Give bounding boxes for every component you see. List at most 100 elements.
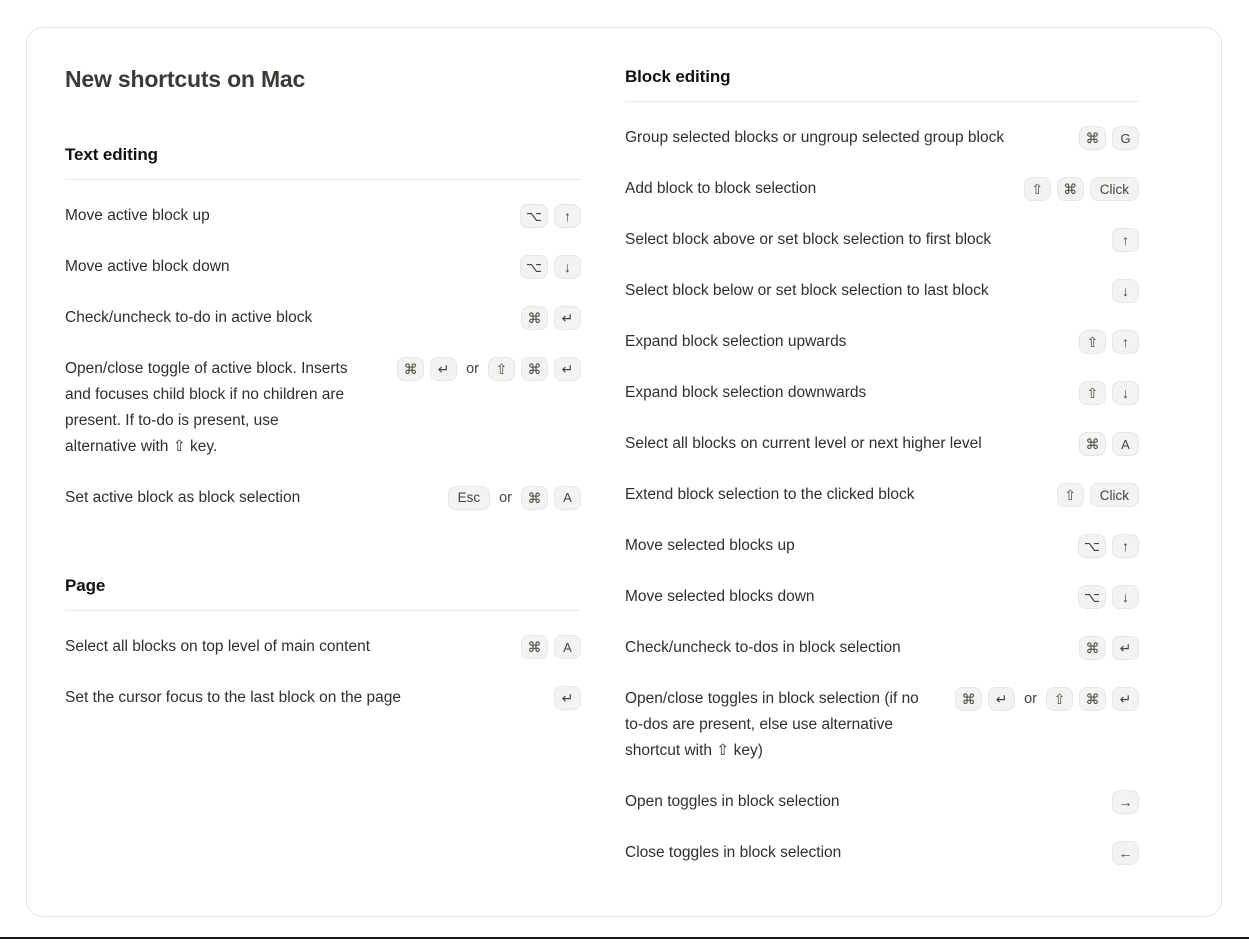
- shortcut-label: Move active block up: [65, 206, 210, 224]
- command-key: ⌘: [1079, 126, 1106, 151]
- shortcut-row: Select all blocks on top level of main c…: [65, 621, 581, 672]
- section-title: Page: [65, 575, 106, 595]
- section-text-editing: Text editing Move active block up ⌥ ↑ Move a…: [65, 144, 583, 523]
- shortcut-label: Check/uncheck to-do in active block: [65, 308, 313, 326]
- page-title: New shortcuts on Mac: [65, 66, 306, 92]
- return-key: ↵: [1112, 636, 1139, 661]
- section-divider: [65, 610, 581, 612]
- return-key: ↵: [554, 356, 581, 381]
- shortcut-label: Open toggles in block selection: [625, 793, 840, 811]
- key-separator-or: or: [499, 489, 512, 506]
- option-key: ⌥: [519, 203, 548, 228]
- shortcut-row: Open/close toggles in block selection (i…: [625, 673, 1139, 776]
- shortcut-keys: ⌘ ↵ or ⇧ ⌘ ↵: [955, 686, 1139, 712]
- shortcut-keys: ⌥ ↑: [519, 203, 581, 228]
- shift-key: ⇧: [1079, 381, 1106, 406]
- a-key: A: [554, 635, 581, 660]
- arrow-left-key: ←: [1112, 841, 1139, 866]
- shortcut-label: Add block to block selection: [625, 180, 817, 198]
- shortcut-row: Add block to block selection ⇧ ⌘ Click: [625, 163, 1139, 214]
- shortcut-label: Select block above or set block selectio…: [625, 231, 992, 249]
- arrow-down-key: ↓: [1112, 279, 1139, 304]
- shortcut-row: Move selected blocks down ⌥ ↓: [625, 571, 1139, 622]
- shortcut-row: Open/close toggle of active block. Inser…: [65, 343, 581, 472]
- shortcut-row: Set the cursor focus to the last block o…: [65, 672, 581, 723]
- shortcut-keys: ⌘ ↵ or ⇧ ⌘ ↵: [397, 356, 581, 381]
- command-key: ⌘: [1056, 177, 1084, 202]
- shortcut-keys: ⌘ G: [1079, 125, 1139, 151]
- shortcut-keys: ↵: [554, 685, 581, 711]
- shortcut-keys: ⌥ ↓: [1077, 584, 1139, 610]
- shortcut-label: Select all blocks on top level of main c…: [65, 638, 371, 656]
- command-key: ⌘: [521, 485, 548, 510]
- shortcut-keys: ⌘ A: [521, 634, 581, 660]
- shortcut-label: Select block below or set block selectio…: [625, 282, 989, 300]
- shortcut-label: Group selected blocks or ungroup selecte…: [625, 129, 1005, 147]
- command-key: ⌘: [397, 356, 425, 381]
- shortcut-row: Extend block selection to the clicked bl…: [625, 469, 1139, 520]
- section-title: Text editing: [65, 144, 158, 164]
- shortcut-row: Set active block as block selection Esc or…: [65, 472, 581, 523]
- command-key: ⌘: [955, 687, 983, 712]
- shortcut-label: Move selected blocks up: [625, 537, 795, 555]
- click-key: Click: [1089, 483, 1139, 508]
- shortcut-row: Select block below or set block selectio…: [625, 265, 1139, 316]
- shortcut-label: Close toggles in block selection: [625, 844, 842, 862]
- a-key: A: [554, 485, 581, 510]
- a-key: A: [1112, 432, 1139, 457]
- shift-key: ⇧: [1023, 177, 1051, 202]
- shortcut-keys: ⇧ ⌘ Click: [1023, 176, 1139, 202]
- shortcut-keys: ⇧ Click: [1056, 482, 1139, 508]
- command-key: ⌘: [1079, 636, 1106, 661]
- section-block-editing: Block editing Group selected blocks or un…: [625, 66, 1139, 878]
- shortcut-row: Move active block down ⌥ ↓: [65, 241, 581, 292]
- section-divider: [625, 101, 1139, 103]
- section-divider: [65, 178, 581, 180]
- shortcut-keys: ⇧ ↓: [1079, 380, 1139, 406]
- command-key: ⌘: [521, 305, 548, 330]
- shortcut-keys: ↓: [1112, 278, 1139, 304]
- shortcut-label: Extend block selection to the clicked bl…: [625, 486, 915, 504]
- shortcut-keys: Esc or ⌘ A: [447, 485, 581, 510]
- shortcut-keys: ←: [1112, 840, 1139, 866]
- shift-key: ⇧: [488, 356, 515, 381]
- arrow-down-key: ↓: [554, 254, 581, 279]
- option-key: ⌥: [1077, 585, 1106, 610]
- return-key: ↵: [430, 356, 458, 381]
- shortcut-keys: ↑: [1112, 227, 1139, 253]
- shortcuts-card: New shortcuts on Mac Text editing Move ac…: [26, 27, 1222, 917]
- section-page: Page Select all blocks on top level of ma…: [65, 575, 583, 723]
- return-key: ↵: [554, 305, 581, 330]
- shortcut-row: Expand block selection upwards ⇧ ↑: [625, 316, 1139, 367]
- shortcut-row: Check/uncheck to-do in active block ⌘ ↵: [65, 292, 581, 343]
- left-sections: Text editing Move active block up ⌥ ↑ Move a…: [65, 144, 583, 724]
- shortcut-row: Move selected blocks up ⌥ ↑: [625, 520, 1139, 571]
- command-key: ⌘: [1079, 432, 1106, 457]
- key-separator-or: or: [466, 360, 479, 377]
- shortcut-keys: ⌥ ↑: [1077, 533, 1139, 559]
- shortcut-label: Open/close toggles in block selection (i…: [625, 690, 919, 760]
- shortcut-label: Expand block selection downwards: [625, 384, 867, 402]
- arrow-down-key: ↓: [1112, 381, 1139, 406]
- shortcut-label: Open/close toggle of active block. Inser…: [65, 359, 348, 455]
- right-sections: Block editing Group selected blocks or un…: [625, 66, 1139, 878]
- shortcut-keys: ⌘ ↵: [521, 305, 581, 330]
- shift-key: ⇧: [1056, 483, 1084, 508]
- return-key: ↵: [988, 687, 1016, 712]
- shortcut-row: Expand block selection downwards ⇧ ↓: [625, 367, 1139, 418]
- arrow-up-key: ↑: [1112, 228, 1139, 253]
- command-key: ⌘: [521, 356, 548, 381]
- shortcut-label: Move active block down: [65, 257, 230, 275]
- section-title: Block editing: [625, 67, 731, 86]
- shortcut-row: Open toggles in block selection →: [625, 776, 1139, 827]
- shortcut-keys: ⌘ A: [1079, 431, 1139, 457]
- shortcut-label: Select all blocks on current level or ne…: [625, 435, 982, 453]
- click-key: Click: [1089, 177, 1139, 202]
- shortcut-row: Group selected blocks or ungroup selecte…: [625, 112, 1139, 163]
- return-key: ↵: [554, 686, 581, 711]
- shortcut-row: Close toggles in block selection ←: [625, 827, 1139, 878]
- shortcut-label: Expand block selection upwards: [625, 333, 847, 351]
- arrow-right-key: →: [1112, 790, 1139, 815]
- arrow-up-key: ↑: [1112, 534, 1139, 559]
- page-bottom-rule: [0, 937, 1249, 939]
